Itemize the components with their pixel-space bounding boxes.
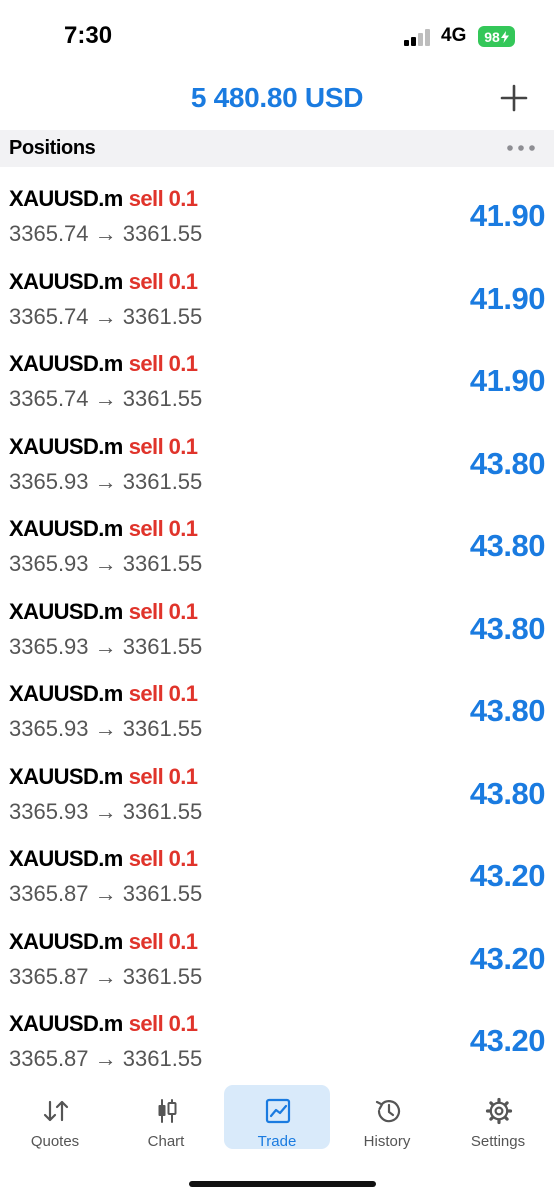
tab-chart[interactable]: Chart xyxy=(113,1085,219,1150)
position-symbol: XAUUSD.m xyxy=(9,681,123,706)
position-profit: 43.20 xyxy=(469,940,546,976)
tab-settings[interactable]: Settings xyxy=(445,1085,551,1150)
position-symbol-line: XAUUSD.m sell 0.1 xyxy=(9,598,198,625)
position-direction: sell 0.1 xyxy=(128,268,198,294)
tab-label: Quotes xyxy=(30,1133,80,1150)
position-row[interactable]: XAUUSD.m sell 0.1 3365.93 → 3361.55 43.80 xyxy=(0,580,554,663)
position-direction: sell 0.1 xyxy=(128,433,198,459)
position-profit: 43.80 xyxy=(469,775,546,811)
position-symbol-line: XAUUSD.m sell 0.1 xyxy=(9,351,198,377)
battery-level: 98 xyxy=(484,28,500,45)
position-direction: sell 0.1 xyxy=(128,1011,198,1036)
position-row[interactable]: XAUUSD.m sell 0.1 3365.93 → 3361.55 43.80 xyxy=(0,745,554,828)
position-symbol-line: XAUUSD.m sell 0.1 xyxy=(9,516,198,542)
position-prices: 3365.74 → 3361.55 xyxy=(9,386,203,411)
positions-list: XAUUSD.m sell 0.1 3365.74 → 3361.55 41.90 XA… xyxy=(0,167,554,1080)
position-symbol-line: XAUUSD.m sell 0.1 xyxy=(9,268,198,295)
position-symbol-line: XAUUSD.m sell 0.1 xyxy=(9,1011,198,1037)
position-row[interactable]: XAUUSD.m sell 0.1 3365.93 → 3361.55 43.80 xyxy=(0,662,554,745)
position-prices: 3365.87 → 3361.55 xyxy=(9,963,203,989)
position-prices: 3365.87 → 3361.55 xyxy=(9,881,203,906)
tab-label: History xyxy=(363,1133,411,1150)
position-profit: 43.80 xyxy=(469,528,546,563)
position-direction: sell 0.1 xyxy=(128,351,198,376)
history-icon xyxy=(375,1100,401,1123)
tab-quotes[interactable]: Quotes xyxy=(2,1085,108,1150)
status-time: 7:30 xyxy=(64,22,113,49)
position-direction: sell 0.1 xyxy=(128,186,198,211)
position-prices: 3365.74 → 3361.55 xyxy=(9,303,203,329)
chart-icon xyxy=(158,1099,177,1123)
position-direction: sell 0.1 xyxy=(128,763,198,789)
position-symbol: XAUUSD.m xyxy=(9,433,123,459)
position-row[interactable]: XAUUSD.m sell 0.1 3365.87 → 3361.55 43.20 xyxy=(0,992,554,1075)
position-symbol-line: XAUUSD.m sell 0.1 xyxy=(9,433,198,460)
position-direction: sell 0.1 xyxy=(128,846,198,871)
position-row[interactable]: XAUUSD.m sell 0.1 3365.74 → 3361.55 41.90 xyxy=(0,167,554,250)
battery-icon: 98 xyxy=(478,26,515,47)
position-profit: 41.90 xyxy=(469,280,546,316)
position-row[interactable]: XAUUSD.m sell 0.1 3365.93 → 3361.55 43.80 xyxy=(0,415,554,498)
more-dots-icon xyxy=(507,145,535,151)
position-prices: 3365.93 → 3361.55 xyxy=(9,798,203,824)
position-prices: 3365.87 → 3361.55 xyxy=(9,1046,203,1071)
tab-history[interactable]: History xyxy=(334,1085,440,1150)
position-symbol-line: XAUUSD.m sell 0.1 xyxy=(9,681,198,707)
add-position-button[interactable] xyxy=(498,82,530,114)
header: 5 480.80 USD xyxy=(0,74,554,130)
section-title: Positions xyxy=(9,137,96,159)
quotes-icon xyxy=(43,1100,69,1122)
position-symbol-line: XAUUSD.m sell 0.1 xyxy=(9,846,198,872)
position-symbol: XAUUSD.m xyxy=(9,598,123,624)
tab-trade[interactable]: Trade xyxy=(224,1085,330,1150)
tab-label: Trade xyxy=(257,1133,297,1150)
plus-icon xyxy=(500,84,528,112)
positions-section-header: Positions xyxy=(0,130,554,167)
position-direction: sell 0.1 xyxy=(128,928,198,954)
position-profit: 41.90 xyxy=(469,363,546,398)
position-symbol: XAUUSD.m xyxy=(9,516,123,541)
position-prices: 3365.93 → 3361.55 xyxy=(9,551,203,576)
settings-icon xyxy=(485,1097,513,1125)
position-row[interactable]: XAUUSD.m sell 0.1 3365.74 → 3361.55 41.90 xyxy=(0,250,554,333)
position-symbol-line: XAUUSD.m sell 0.1 xyxy=(9,186,198,212)
status-bar: 7:30 4G 98 xyxy=(0,0,554,74)
position-profit: 43.20 xyxy=(469,858,546,893)
position-prices: 3365.93 → 3361.55 xyxy=(9,468,203,494)
position-prices: 3365.74 → 3361.55 xyxy=(9,221,203,246)
signal-icon xyxy=(404,29,434,46)
position-symbol: XAUUSD.m xyxy=(9,763,123,789)
position-symbol: XAUUSD.m xyxy=(9,268,123,294)
position-profit: 43.80 xyxy=(469,445,546,481)
position-row[interactable]: XAUUSD.m sell 0.1 3365.87 → 3361.55 43.20 xyxy=(0,910,554,993)
position-profit: 41.90 xyxy=(469,198,546,233)
position-row[interactable]: XAUUSD.m sell 0.1 3365.93 → 3361.55 43.80 xyxy=(0,497,554,580)
position-direction: sell 0.1 xyxy=(128,681,198,706)
tab-label: Chart xyxy=(147,1133,185,1150)
home-indicator xyxy=(189,1181,376,1187)
position-symbol: XAUUSD.m xyxy=(9,846,123,871)
position-symbol: XAUUSD.m xyxy=(9,1011,123,1036)
position-profit: 43.80 xyxy=(469,693,546,728)
position-profit: 43.20 xyxy=(469,1023,546,1058)
tab-label: Settings xyxy=(470,1133,526,1150)
position-symbol: XAUUSD.m xyxy=(9,351,123,376)
charging-bolt-icon xyxy=(500,30,509,43)
position-prices: 3365.93 → 3361.55 xyxy=(9,716,203,741)
position-direction: sell 0.1 xyxy=(128,598,198,624)
account-balance: 5 480.80 USD xyxy=(190,82,364,113)
more-options-button[interactable] xyxy=(505,139,537,157)
position-row[interactable]: XAUUSD.m sell 0.1 3365.87 → 3361.55 43.20 xyxy=(0,827,554,910)
trade-icon xyxy=(265,1098,291,1124)
position-direction: sell 0.1 xyxy=(128,516,198,541)
position-prices: 3365.93 → 3361.55 xyxy=(9,633,203,659)
position-profit: 43.80 xyxy=(469,610,546,646)
position-symbol: XAUUSD.m xyxy=(9,186,123,211)
position-symbol-line: XAUUSD.m sell 0.1 xyxy=(9,763,198,790)
network-label: 4G xyxy=(441,25,467,46)
position-symbol-line: XAUUSD.m sell 0.1 xyxy=(9,928,198,955)
position-symbol: XAUUSD.m xyxy=(9,928,123,954)
position-row[interactable]: XAUUSD.m sell 0.1 3365.74 → 3361.55 41.90 xyxy=(0,332,554,415)
